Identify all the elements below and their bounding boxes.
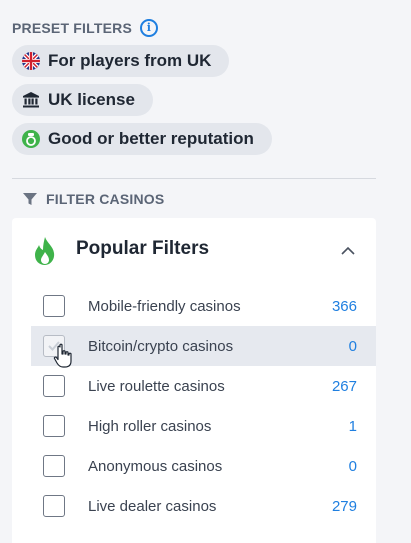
chip-label: UK license [48, 90, 135, 109]
filter-casinos-header: FILTER CASINOS [22, 191, 164, 207]
chevron-up-icon[interactable] [340, 246, 356, 256]
funnel-icon [23, 193, 37, 205]
panel-title: Popular Filters [76, 238, 210, 259]
checkbox[interactable] [43, 455, 65, 477]
filter-label: Anonymous casinos [88, 457, 223, 475]
filter-label: Live roulette casinos [88, 377, 225, 395]
chip-label: For players from UK [48, 51, 212, 70]
filter-count: 366 [331, 297, 357, 315]
chip-players-from-uk[interactable]: For players from UK [12, 45, 230, 77]
checkbox[interactable] [43, 375, 65, 397]
filter-label: Live dealer casinos [88, 497, 217, 515]
filter-count: 267 [331, 377, 357, 395]
bank-icon [23, 92, 39, 108]
filter-count: 0 [348, 457, 357, 475]
filter-row-high-roller[interactable]: High roller casinos 1 [31, 406, 376, 446]
popular-filters-toggle[interactable]: Popular Filters [12, 218, 376, 282]
popular-filters-panel: Popular Filters Mobile-friendly casinos … [12, 218, 376, 543]
filters-sidebar: PRESET FILTERS i For players from UK UK … [0, 0, 411, 543]
filter-row-mobile-friendly[interactable]: Mobile-friendly casinos 366 [31, 286, 376, 326]
filter-label: Mobile-friendly casinos [88, 297, 241, 315]
hand-cursor-icon [53, 343, 72, 368]
checkbox[interactable] [43, 495, 65, 517]
preset-filters-header: PRESET FILTERS i [12, 19, 158, 37]
chip-good-reputation[interactable]: Good or better reputation [12, 123, 272, 155]
chip-label: Good or better reputation [48, 129, 254, 148]
filter-row-anonymous[interactable]: Anonymous casinos 0 [31, 446, 376, 486]
filter-count: 1 [348, 417, 357, 435]
filter-count: 279 [331, 497, 357, 515]
chip-uk-license[interactable]: UK license [12, 84, 153, 116]
filter-row-live-roulette[interactable]: Live roulette casinos 267 [31, 366, 376, 406]
section-divider [12, 178, 376, 179]
medal-icon [22, 130, 40, 148]
filter-count: 0 [348, 337, 357, 355]
filter-label: High roller casinos [88, 417, 212, 435]
flame-icon [35, 237, 55, 265]
checkbox[interactable] [43, 295, 65, 317]
filter-casinos-title: FILTER CASINOS [46, 191, 165, 207]
uk-flag-icon [22, 52, 40, 70]
preset-filters-title: PRESET FILTERS [12, 20, 132, 36]
filter-row-bitcoin-crypto[interactable]: Bitcoin/crypto casinos 0 [31, 326, 376, 366]
checkbox[interactable] [43, 415, 65, 437]
filter-row-live-dealer[interactable]: Live dealer casinos 279 [31, 486, 376, 526]
info-icon[interactable]: i [140, 19, 158, 37]
filter-label: Bitcoin/crypto casinos [88, 337, 234, 355]
